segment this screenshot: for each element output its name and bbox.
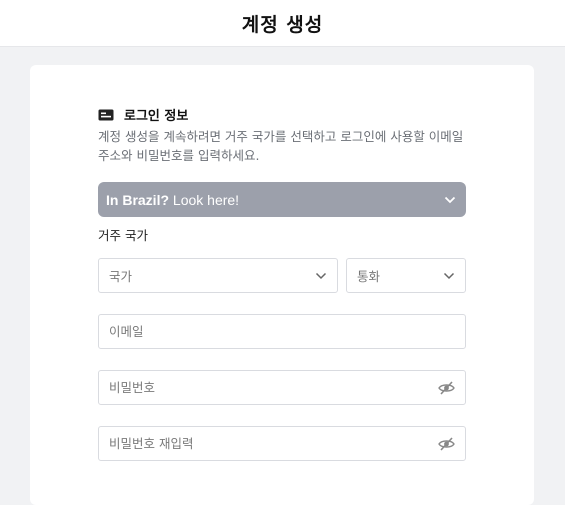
login-info-header: 로그인 정보 — [98, 105, 188, 124]
currency-select[interactable]: 통화 — [346, 258, 466, 293]
signup-card: 로그인 정보 계정 생성을 계속하려면 거주 국가를 선택하고 로그인에 사용할… — [30, 65, 534, 505]
section-title: 로그인 정보 — [124, 109, 189, 124]
email-field-wrapper — [98, 314, 466, 349]
brazil-promo-dropdown[interactable]: In Brazil? Look here! — [98, 182, 466, 217]
chevron-down-icon — [315, 272, 327, 279]
country-placeholder: 국가 — [109, 269, 133, 284]
password-field-wrapper — [98, 370, 466, 405]
id-card-icon — [98, 109, 114, 120]
country-select[interactable]: 국가 — [98, 258, 338, 293]
email-field[interactable] — [109, 324, 409, 339]
password-field[interactable] — [109, 380, 409, 395]
promo-text: In Brazil? Look here! — [106, 192, 239, 208]
password-confirm-field[interactable] — [109, 436, 409, 451]
page-title: 계정 생성 — [241, 13, 324, 36]
residence-country-label: 거주 국가 — [98, 228, 148, 243]
password-confirm-field-wrapper — [98, 426, 466, 461]
section-description: 계정 생성을 계속하려면 거주 국가를 선택하고 로그인에 사용할 이메일 주소… — [98, 129, 464, 163]
currency-placeholder: 통화 — [357, 269, 381, 284]
eye-slash-icon[interactable] — [438, 436, 455, 451]
chevron-down-icon — [444, 196, 456, 203]
promo-bold: In Brazil? — [106, 191, 170, 208]
top-header: 계정 생성 — [0, 0, 565, 47]
chevron-down-icon — [443, 272, 455, 279]
promo-rest: Look here! — [169, 191, 240, 208]
eye-slash-icon[interactable] — [438, 380, 455, 395]
